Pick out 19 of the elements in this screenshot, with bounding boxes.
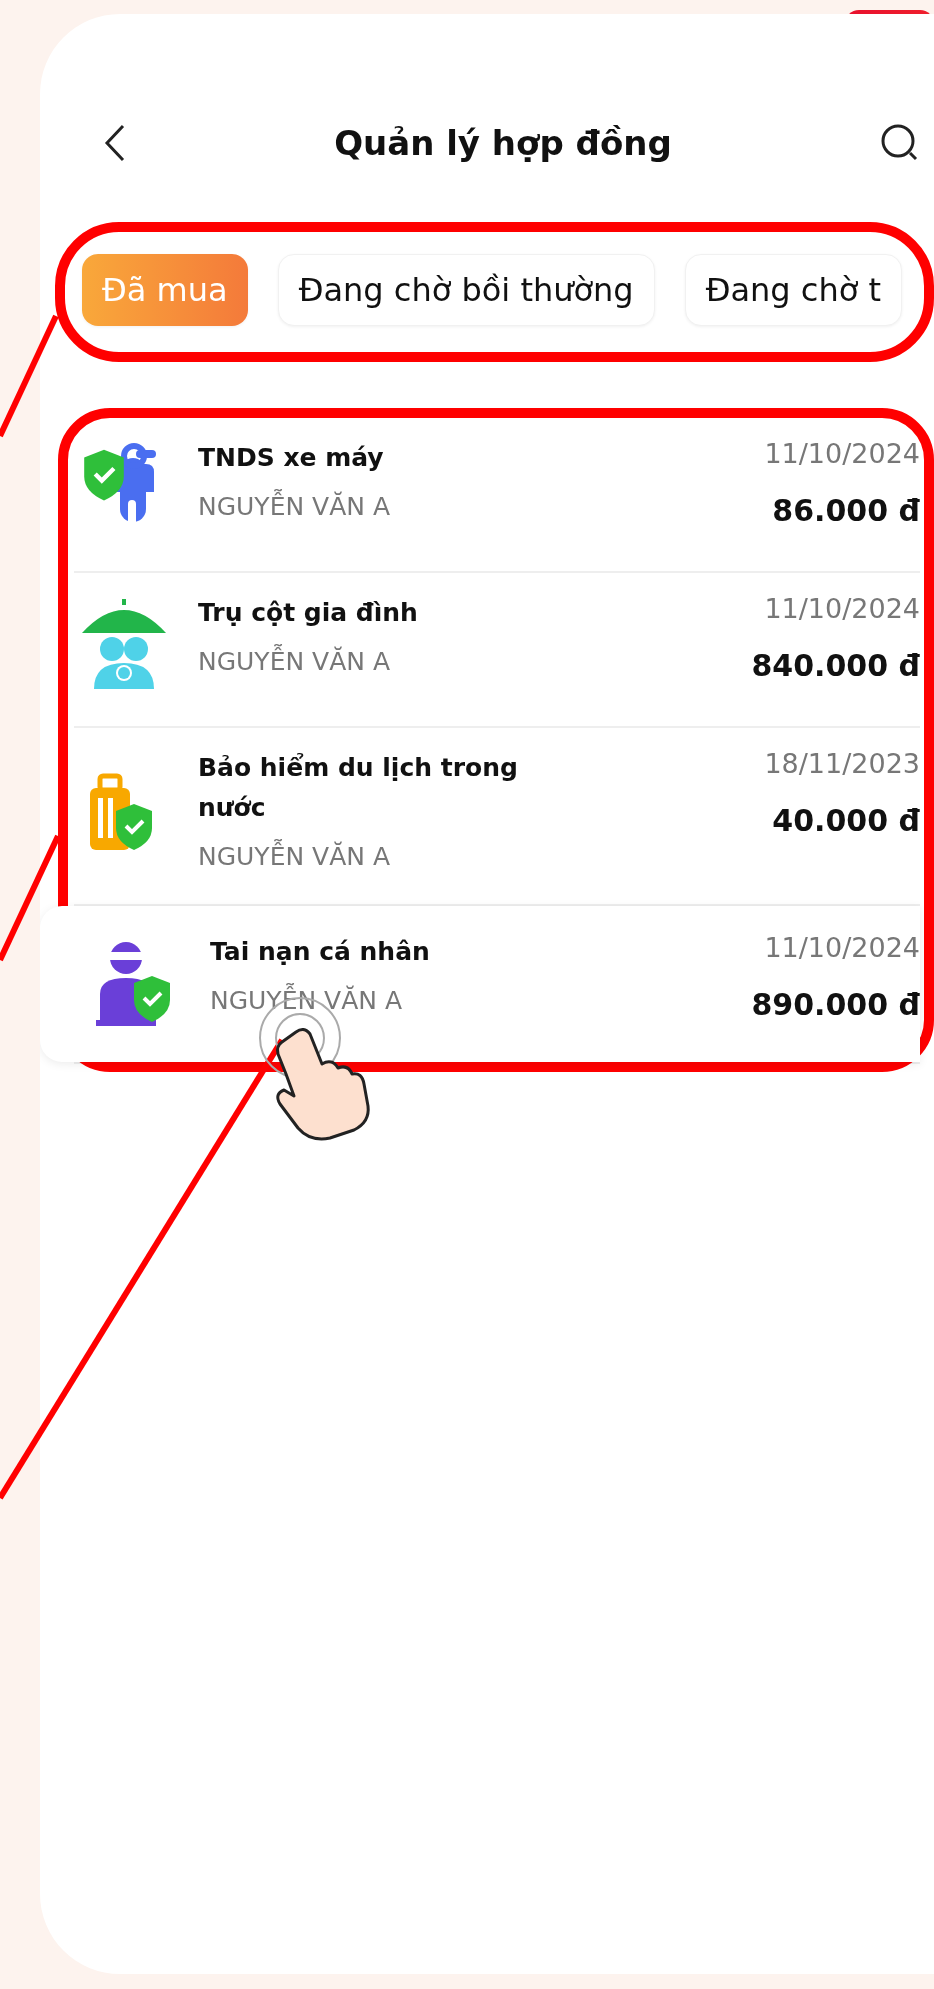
- contract-title: Trụ cột gia đình: [198, 597, 419, 629]
- filter-tab[interactable]: Đang chờ bồi thường: [277, 254, 655, 326]
- contract-amount: 40.000 đ: [771, 803, 920, 838]
- contract-date: 11/10/2024: [763, 932, 920, 963]
- pointing-hand-icon: [276, 1027, 370, 1141]
- back-icon[interactable]: [104, 124, 126, 162]
- contract-amount: 840.000 đ: [751, 648, 920, 683]
- contract-title: TNDS xe máy: [198, 442, 385, 474]
- contract-date: 11/10/2024: [763, 593, 920, 624]
- contract-item[interactable]: Tai nạn cá nhân NGUYỄN VĂN A 11/10/2024 890.000 đ: [40, 906, 920, 1062]
- page-title: Quản lý hợp đồng: [334, 123, 672, 163]
- contract-amount: 890.000 đ: [751, 987, 920, 1022]
- contract-title: Tai nạn cá nhân: [210, 936, 431, 968]
- contract-amount: 86.000 đ: [771, 493, 920, 528]
- contract-date: 11/10/2024: [764, 438, 920, 469]
- filter-tab[interactable]: Đang chờ t: [684, 254, 902, 326]
- contract-title: Bảo hiểm du lịch trong nước: [198, 752, 519, 824]
- search-icon[interactable]: [880, 123, 920, 163]
- contract-date: 18/11/2023: [764, 748, 920, 779]
